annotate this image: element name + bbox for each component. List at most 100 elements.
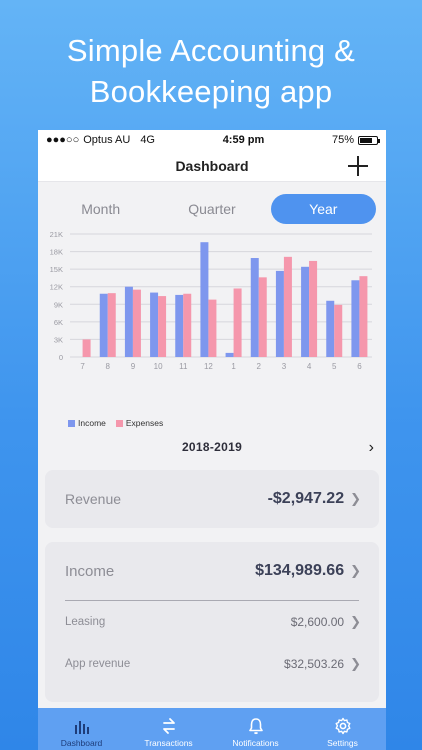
income-item-app-revenue[interactable]: App revenue $32,503.26 ❯: [45, 643, 379, 685]
chart-legend: Income Expenses: [38, 418, 163, 428]
tab-year[interactable]: Year: [270, 194, 376, 224]
bar-expenses: [359, 276, 368, 357]
bar-income: [275, 270, 284, 357]
chevron-right-icon: ❯: [350, 656, 361, 671]
carrier-label: Optus AU: [83, 134, 131, 146]
chevron-right-icon: ›: [368, 439, 374, 456]
x-tick-label: 2: [257, 362, 262, 371]
bar-income: [200, 242, 209, 357]
chevron-right-icon: ❯: [350, 563, 361, 578]
promo-line-2: Bookkeeping app: [89, 74, 333, 109]
clock: 4:59 pm: [222, 134, 265, 146]
income-value: $134,989.66: [255, 562, 345, 579]
bar-expenses: [132, 289, 141, 357]
y-tick-label: 21K: [50, 230, 63, 239]
tab-settings-label: Settings: [327, 738, 358, 748]
status-bar: ●●●○○ Optus AU 4G 4:59 pm 75%: [38, 130, 386, 150]
x-tick-label: 11: [179, 362, 188, 371]
x-tick-label: 9: [131, 362, 136, 371]
bar-expenses: [283, 256, 292, 357]
bar-expenses: [233, 288, 242, 357]
network-label: 4G: [140, 134, 155, 146]
income-item-value: $32,503.26: [284, 657, 345, 671]
bar-chart-icon: [74, 721, 89, 734]
bar-income: [225, 352, 234, 357]
bar-expenses: [309, 260, 318, 357]
tab-month[interactable]: Month: [48, 194, 153, 224]
tab-notifications-label: Notifications: [232, 738, 279, 748]
income-card: Income $134,989.66 ❯ Leasing $2,600.00 ❯…: [45, 542, 379, 702]
legend-expenses-label: Expenses: [125, 418, 164, 428]
income-item-label: Leasing: [65, 616, 106, 628]
promo-line-1: Simple Accounting &: [66, 33, 356, 68]
bar-chart: 03K6K9K12K15K18K21K7 8 9 10 11 12 1 2 3 4 5 6: [50, 230, 372, 371]
period-segmented-control: Month Quarter Year: [38, 182, 386, 224]
x-tick-label: 1: [231, 362, 236, 371]
bar-income: [301, 266, 310, 357]
tab-bar: Dashboard Transactions Notifications Set…: [38, 708, 386, 750]
x-tick-label: 8: [106, 362, 111, 371]
phone-screen: ●●●○○ Optus AU 4G 4:59 pm 75% Dashboard …: [38, 130, 386, 750]
promo-headline: Simple Accounting & Bookkeeping app: [0, 30, 422, 112]
y-tick-label: 0: [59, 353, 63, 362]
revenue-label: Revenue: [65, 491, 122, 507]
chevron-right-icon: ❯: [350, 614, 361, 629]
tab-dashboard[interactable]: Dashboard: [38, 708, 125, 750]
income-row[interactable]: Income $134,989.66 ❯: [45, 542, 379, 600]
tab-transactions[interactable]: Transactions: [125, 708, 212, 750]
bar-income: [99, 293, 108, 357]
x-tick-label: 5: [332, 362, 337, 371]
x-tick-label: 4: [307, 362, 312, 371]
gear-icon: [335, 717, 350, 735]
bar-income: [326, 300, 335, 357]
legend-expenses: Expenses: [115, 418, 164, 428]
transfer-arrows-icon: [162, 718, 175, 734]
y-tick-label: 9K: [54, 300, 63, 309]
y-tick-label: 6K: [54, 318, 63, 327]
tab-dashboard-label: Dashboard: [60, 738, 103, 748]
bar-expenses: [208, 299, 217, 357]
x-tick-label: 12: [204, 362, 213, 371]
bar-expenses: [158, 296, 167, 357]
tab-notifications[interactable]: Notifications: [212, 708, 299, 750]
tab-settings[interactable]: Settings: [299, 708, 386, 750]
period-label: 2018-2019: [181, 440, 243, 454]
bell-icon: [248, 718, 263, 735]
bar-expenses: [82, 339, 91, 357]
page-title: Dashboard: [175, 157, 249, 174]
x-tick-label: 3: [282, 362, 287, 371]
bar-income: [250, 258, 259, 357]
next-period-button[interactable]: ›: [369, 439, 374, 457]
income-label: Income: [65, 562, 115, 580]
x-tick-label: 10: [154, 362, 163, 371]
revenue-value: -$2,947.22: [267, 490, 345, 507]
period-navigator: 2018-2019 ›: [38, 436, 386, 458]
bar-income: [124, 286, 133, 357]
revenue-card[interactable]: Revenue -$2,947.22 ❯: [45, 470, 379, 528]
income-item-value: $2,600.00: [290, 615, 345, 629]
y-tick-label: 15K: [50, 265, 63, 274]
legend-expenses-swatch: [115, 419, 123, 427]
legend-income-swatch: [68, 419, 75, 427]
bar-income: [175, 294, 184, 357]
signal-icon: ●●●○○: [46, 134, 80, 146]
y-tick-label: 18K: [50, 248, 63, 257]
tab-transactions-label: Transactions: [144, 738, 193, 748]
tab-quarter[interactable]: Quarter: [159, 194, 264, 224]
nav-bar: Dashboard: [38, 150, 386, 182]
x-tick-label: 6: [357, 362, 362, 371]
bar-expenses: [334, 304, 343, 357]
income-item-label: App revenue: [65, 658, 131, 670]
battery-icon: [357, 135, 380, 145]
y-tick-label: 12K: [50, 283, 63, 292]
battery-percent: 75%: [331, 134, 354, 146]
add-button[interactable]: [348, 156, 368, 176]
legend-income: Income: [68, 418, 106, 428]
y-tick-label: 3K: [54, 335, 63, 344]
bar-expenses: [258, 277, 267, 357]
legend-income-label: Income: [78, 418, 106, 428]
bar-income: [150, 292, 159, 357]
bar-expenses: [107, 293, 116, 357]
income-item-leasing[interactable]: Leasing $2,600.00 ❯: [45, 601, 379, 643]
bar-income: [351, 280, 360, 357]
